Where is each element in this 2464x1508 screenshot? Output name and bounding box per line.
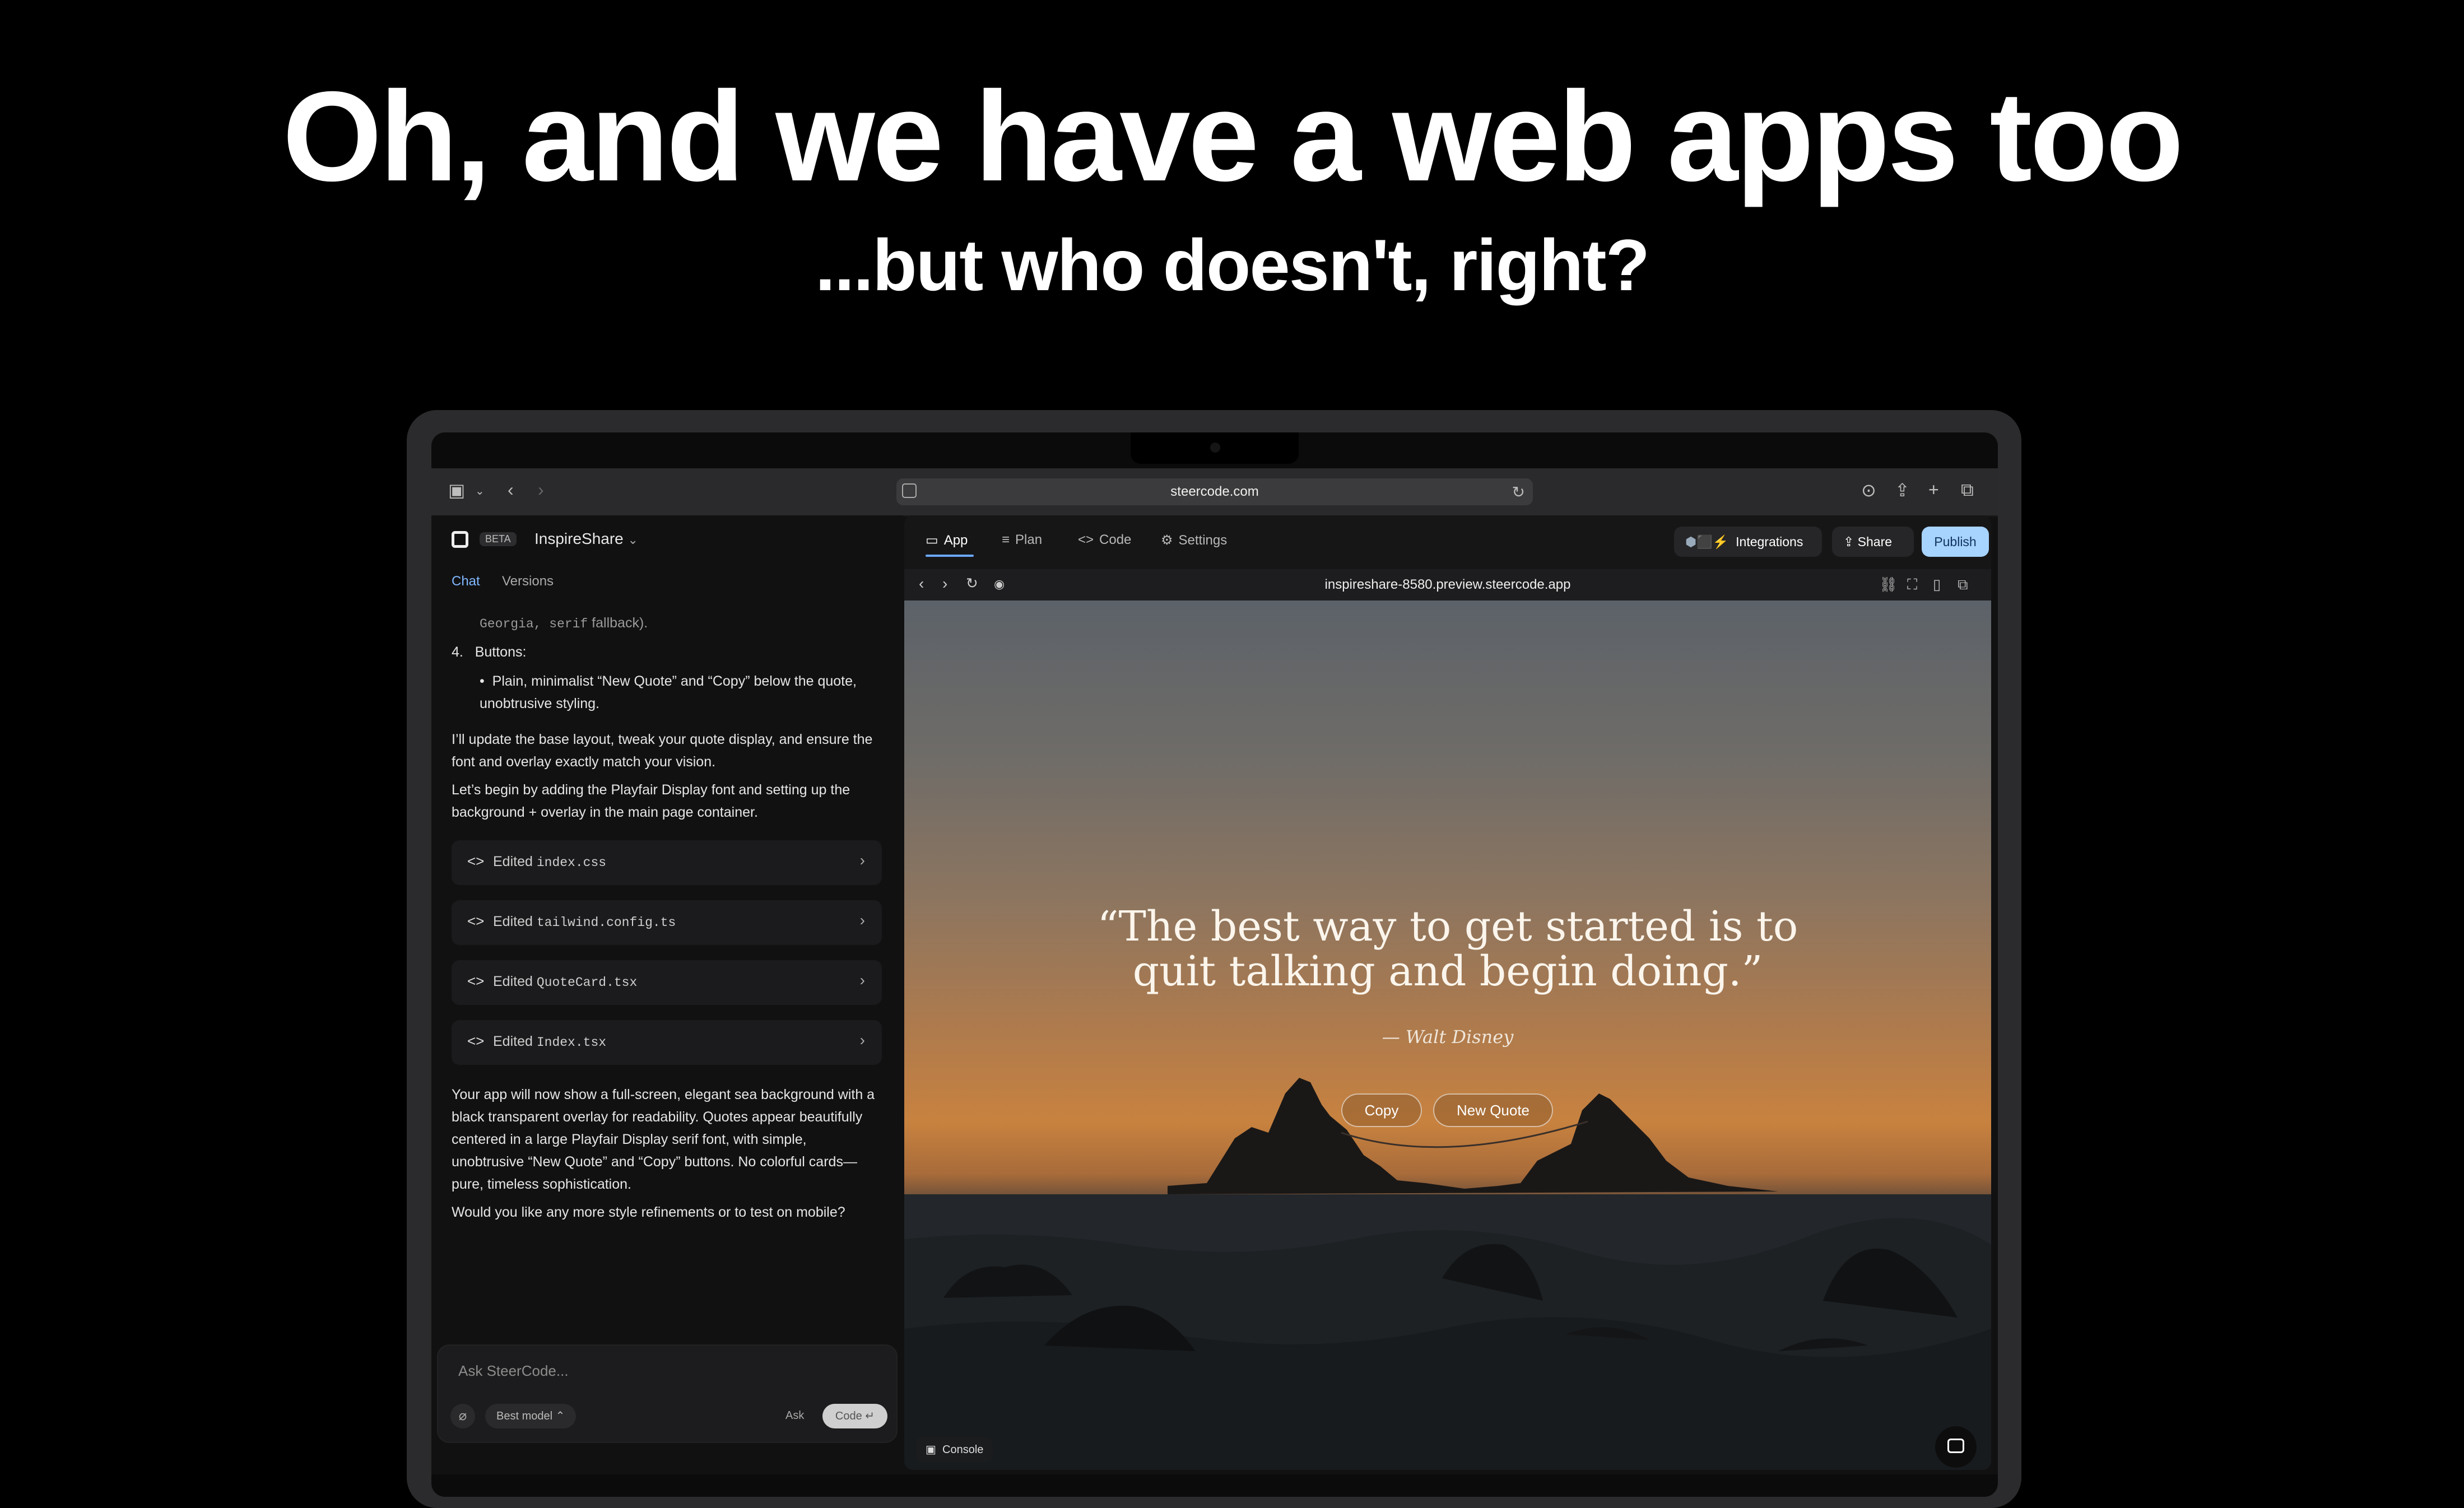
integrations-button[interactable]: ⬢⬛⚡ Integrations [1674, 527, 1822, 557]
address-bar[interactable]: steercode.com ↻ [896, 478, 1533, 505]
copy-button[interactable]: Copy [1341, 1093, 1422, 1127]
app-preview: “The best way to get started is to quit … [904, 601, 1991, 1470]
code-icon: <> [467, 972, 485, 989]
ask-button[interactable]: Ask [785, 1409, 804, 1422]
share-button[interactable]: ⇪ Share [1832, 527, 1914, 557]
forward-icon[interactable]: › [538, 480, 544, 500]
open-external-icon[interactable]: ⧉ [1958, 576, 1968, 594]
code-icon: <> [1078, 532, 1094, 547]
integration-logos-icon: ⬢⬛⚡ [1685, 534, 1729, 549]
hero-subheadline: ...but who doesn't, right? [815, 224, 1650, 306]
hero-headline: Oh, and we have a web apps too [282, 66, 2183, 208]
project-name: InspireShare [534, 530, 624, 547]
message-paragraph: I’ll update the base layout, tweak your … [452, 732, 873, 770]
chevron-down-icon[interactable]: ⌄ [475, 484, 485, 498]
browser-toolbar: ▣ ⌄ ‹ › steercode.com ↻ ⊙ ⇪ + ⧉ [431, 468, 1998, 516]
edit-card[interactable]: <> Edited index.css › [452, 840, 882, 885]
new-quote-button[interactable]: New Quote [1433, 1093, 1553, 1127]
reload-icon[interactable]: ↻ [1512, 483, 1525, 501]
new-tab-icon[interactable]: + [1928, 480, 1939, 500]
edit-card[interactable]: <> Edited QuoteCard.tsx › [452, 960, 882, 1005]
tab-plan[interactable]: ≡ Plan [1002, 532, 1042, 548]
quote-text: “The best way to get started is to quit … [1097, 902, 1798, 995]
list-item-heading: 4. Buttons: [452, 644, 527, 660]
laptop-screen: ▣ ⌄ ‹ › steercode.com ↻ ⊙ ⇪ + ⧉ BETA Ins… [431, 468, 1998, 1474]
tab-settings[interactable]: ⚙ Settings [1161, 532, 1227, 548]
enter-icon: ↵ [865, 1410, 875, 1422]
project-switcher[interactable]: InspireShare ⌄ [534, 530, 638, 548]
tab-code[interactable]: <> Code [1078, 532, 1131, 548]
preview-panel: ▭ App ≡ Plan <> Code ⚙ Settings ⬢⬛⚡ Integrat… [904, 515, 1991, 1470]
chat-panel: BETA InspireShare ⌄ Chat Versions Georgi… [431, 515, 903, 1474]
link-icon[interactable]: ⛓ [1879, 576, 1898, 593]
publish-button[interactable]: Publish [1922, 527, 1989, 557]
edit-card[interactable]: <> Edited Index.tsx › [452, 1020, 882, 1065]
preview-url[interactable]: inspireshare-8580.preview.steercode.app [904, 577, 1991, 593]
code-button[interactable]: Code ↵ [822, 1404, 887, 1428]
back-icon[interactable]: ‹ [508, 480, 514, 500]
chevron-down-icon: ⌄ [627, 533, 638, 547]
fullscreen-icon[interactable]: ⛶ [1907, 576, 1917, 594]
list-bullet: • Plain, minimalist “New Quote” and “Cop… [480, 673, 857, 711]
camera-icon [1210, 443, 1220, 453]
message-paragraph: Would you like any more style refinement… [452, 1204, 845, 1220]
edited-file: QuoteCard.tsx [536, 975, 638, 990]
camera-notch [1131, 432, 1299, 464]
model-selector[interactable]: Best model ⌃ [485, 1404, 577, 1428]
edit-card[interactable]: <> Edited tailwind.config.ts › [452, 900, 882, 945]
edited-file: tailwind.config.ts [536, 915, 676, 930]
message-paragraph: Let’s begin by adding the Playfair Displ… [452, 782, 850, 820]
code-icon: <> [467, 913, 485, 929]
share-icon[interactable]: ⇪ [1895, 480, 1910, 501]
message-paragraph: Your app will now show a full-screen, el… [452, 1087, 875, 1192]
chevron-right-icon: › [859, 1031, 865, 1049]
code-icon: <> [467, 853, 485, 869]
download-icon[interactable]: ⊙ [1861, 480, 1876, 501]
address-url: steercode.com [1170, 484, 1259, 499]
quote-author: — Walt Disney [1382, 1026, 1514, 1048]
composer[interactable]: Ask SteerCode... ⌀ Best model ⌃ Ask Code… [437, 1344, 898, 1443]
chevron-right-icon: › [859, 911, 865, 929]
share-icon: ⇪ [1843, 534, 1854, 549]
list-icon: ≡ [1002, 532, 1010, 547]
message-fragment: Georgia, serif fallback). [480, 615, 648, 631]
gear-icon: ⚙ [1161, 533, 1173, 548]
chevron-up-icon: ⌃ [555, 1410, 565, 1422]
tabs-overview-icon[interactable]: ⧉ [1961, 480, 1974, 501]
beta-badge: BETA [480, 532, 517, 546]
monitor-icon: ▭ [926, 533, 938, 548]
tab-app[interactable]: ▭ App [926, 532, 968, 548]
chat-bubble-icon [1947, 1439, 1964, 1453]
composer-input[interactable]: Ask SteerCode... [458, 1362, 569, 1380]
chevron-right-icon: › [859, 851, 865, 869]
mobile-icon[interactable]: ▯ [1933, 576, 1941, 593]
code-icon: <> [467, 1032, 485, 1049]
tab-chat[interactable]: Chat [452, 574, 480, 589]
console-icon: ▣ [926, 1444, 936, 1456]
chevron-right-icon: › [859, 971, 865, 989]
chat-widget-button[interactable] [1935, 1426, 1977, 1468]
preview-address-row: ‹ › ↻ ◉ inspireshare-8580.preview.steerc… [904, 569, 1991, 601]
attach-icon[interactable]: ⌀ [450, 1404, 475, 1428]
sidebar-toggle-icon[interactable]: ▣ [448, 480, 465, 501]
edited-file: Index.tsx [536, 1035, 607, 1050]
active-tab-indicator [926, 555, 974, 557]
tab-versions[interactable]: Versions [502, 574, 554, 589]
console-button[interactable]: ▣ Console [917, 1437, 993, 1462]
steercode-logo [452, 531, 468, 548]
edited-file: index.css [536, 855, 607, 870]
